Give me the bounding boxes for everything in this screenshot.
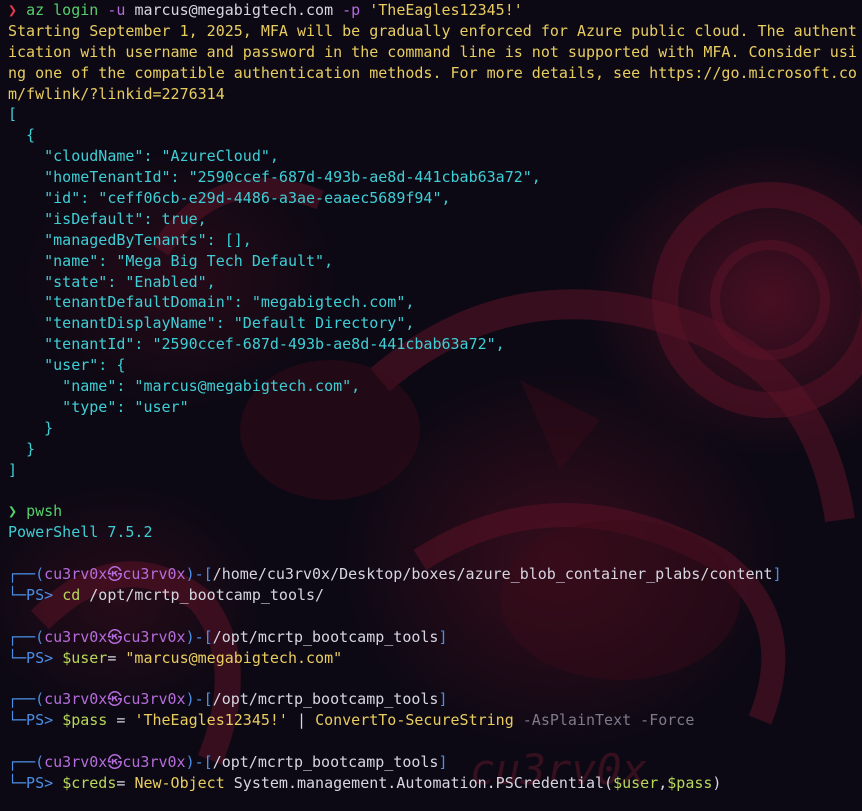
prompt-user: cu3rv0x	[44, 753, 108, 772]
mfa-warning-line: ication with username and password in th…	[8, 42, 857, 61]
string-value: 'TheEagles12345!'	[134, 711, 288, 730]
prompt-path: /opt/mcrtp_bootcamp_tools	[212, 690, 439, 709]
variable-name: $creds	[62, 773, 117, 792]
json-line: "isDefault": true,	[8, 209, 207, 228]
prompt-frame: ]	[438, 690, 448, 709]
comma: ,	[658, 773, 668, 792]
prompt-user: cu3rv0x	[44, 627, 108, 646]
cmdlet-params: -AsPlainText -Force	[513, 711, 695, 730]
prompt-path: /home/cu3rv0x/Desktop/boxes/azure_blob_c…	[212, 565, 773, 584]
prompt-frame: )-[	[185, 690, 213, 709]
prompt-user: cu3rv0x	[44, 565, 108, 584]
operator: =	[107, 711, 135, 730]
ps-prompt: └─PS>	[8, 711, 63, 730]
command-text: az login	[26, 1, 99, 19]
mfa-warning-line: ng one of the compatible authentication …	[8, 63, 857, 82]
json-line: "type": "user"	[8, 397, 189, 416]
prompt-frame: )-[	[185, 627, 213, 646]
cmdlet-name: New-Object	[134, 773, 225, 792]
json-line: "state": "Enabled",	[8, 272, 216, 291]
prompt-frame: ]	[438, 627, 448, 646]
ps-prompt: └─PS>	[8, 648, 63, 667]
terminal-output: ❯ az login -u marcus@megabigtech.com -p …	[8, 0, 862, 794]
closing-paren: )	[712, 773, 722, 792]
prompt-user: cu3rv0x	[44, 690, 108, 709]
prompt-host: cu3rv0x	[122, 565, 186, 584]
json-line: [	[8, 105, 18, 124]
flag-u: -u	[107, 1, 126, 19]
ps-prompt: └─PS>	[8, 585, 63, 604]
powershell-version: PowerShell 7.5.2	[8, 523, 153, 542]
variable-arg: $user	[613, 773, 659, 792]
variable-name: $pass	[62, 711, 108, 730]
ps-prompt-header: ┌──(cu3rv0x㉿cu3rv0x)-[/opt/mcrtp_bootcam…	[8, 627, 862, 648]
prompt-at-icon: ㉿	[107, 753, 123, 772]
prompt-at-icon: ㉿	[107, 627, 123, 646]
json-line: "user": {	[8, 356, 126, 375]
operator: =	[107, 648, 126, 667]
json-line: }	[8, 418, 54, 437]
prompt-at-icon: ㉿	[107, 565, 123, 584]
prompt-frame: ]	[772, 565, 782, 584]
pwsh-command-line: ❯ pwsh	[8, 501, 862, 522]
ps-prompt: └─PS>	[8, 773, 63, 792]
command-text: cd	[62, 585, 81, 604]
terminal-window[interactable]: cu3rv0x ❯ az login -u marcus@megabigtech…	[0, 0, 862, 811]
prompt-frame: )-[	[185, 565, 213, 584]
prompt-at-icon: ㉿	[107, 690, 123, 709]
prompt-host: cu3rv0x	[122, 627, 186, 646]
json-line: ]	[8, 460, 18, 479]
ps-prompt-header: ┌──(cu3rv0x㉿cu3rv0x)-[/home/cu3rv0x/Desk…	[8, 564, 862, 585]
mfa-warning-line: m/fwlink/?linkid=2276314	[8, 84, 225, 103]
prompt-frame: ]	[438, 753, 448, 772]
string-value: "marcus@megabigtech.com"	[125, 648, 343, 667]
prompt-frame: )-[	[185, 753, 213, 772]
ps-command-line: └─PS> $pass = 'TheEagles12345!' | Conver…	[8, 710, 862, 731]
ps-command-line: └─PS> $user= "marcus@megabigtech.com"	[8, 648, 862, 669]
az-login-command-line: ❯ az login -u marcus@megabigtech.com -p …	[8, 0, 862, 21]
command-args: /opt/mcrtp_bootcamp_tools/	[80, 585, 325, 604]
prompt-host: cu3rv0x	[122, 690, 186, 709]
command-text: pwsh	[26, 502, 63, 521]
json-line: "name": "Mega Big Tech Default",	[8, 251, 334, 270]
json-line: "cloudName": "AzureCloud",	[8, 147, 279, 166]
type-name: System.management.Automation.PSCredentia…	[224, 773, 614, 792]
prompt-arrow: ❯	[8, 502, 18, 521]
json-line: "id": "ceff06cb-e29d-4486-a3ae-eaaec5689…	[8, 189, 451, 208]
variable-arg: $pass	[667, 773, 713, 792]
flag-p: -p	[342, 1, 361, 19]
mfa-warning-line: Starting September 1, 2025, MFA will be …	[8, 21, 857, 40]
cmdlet-name: ConvertTo-SecureString	[315, 711, 514, 730]
password-arg: 'TheEagles12345!'	[369, 1, 523, 19]
prompt-host: cu3rv0x	[122, 753, 186, 772]
json-line: "tenantId": "2590ccef-687d-493b-ae8d-441…	[8, 335, 505, 354]
json-line: "tenantDisplayName": "Default Directory"…	[8, 314, 415, 333]
json-line: }	[8, 439, 36, 458]
ps-command-line[interactable]: └─PS> $creds= New-Object System.manageme…	[8, 773, 862, 794]
ps-prompt-header: ┌──(cu3rv0x㉿cu3rv0x)-[/opt/mcrtp_bootcam…	[8, 689, 862, 710]
prompt-frame: ┌──(	[8, 690, 45, 709]
ps-prompt-header: ┌──(cu3rv0x㉿cu3rv0x)-[/opt/mcrtp_bootcam…	[8, 752, 862, 773]
json-line: "name": "marcus@megabigtech.com",	[8, 377, 361, 396]
json-line: "managedByTenants": [],	[8, 230, 252, 249]
pipe-operator: |	[287, 711, 316, 730]
prompt-path: /opt/mcrtp_bootcamp_tools	[212, 627, 439, 646]
json-line: "homeTenantId": "2590ccef-687d-493b-ae8d…	[8, 168, 541, 187]
prompt-frame: ┌──(	[8, 565, 45, 584]
prompt-frame: ┌──(	[8, 627, 45, 646]
username-arg: marcus@megabigtech.com	[134, 1, 334, 19]
prompt-path: /opt/mcrtp_bootcamp_tools	[212, 753, 439, 772]
prompt-arrow: ❯	[8, 1, 18, 19]
variable-name: $user	[62, 648, 108, 667]
json-line: "tenantDefaultDomain": "megabigtech.com"…	[8, 293, 415, 312]
json-line: {	[8, 126, 36, 145]
ps-command-line: └─PS> cd /opt/mcrtp_bootcamp_tools/	[8, 585, 862, 606]
operator: =	[116, 773, 135, 792]
prompt-frame: ┌──(	[8, 753, 45, 772]
